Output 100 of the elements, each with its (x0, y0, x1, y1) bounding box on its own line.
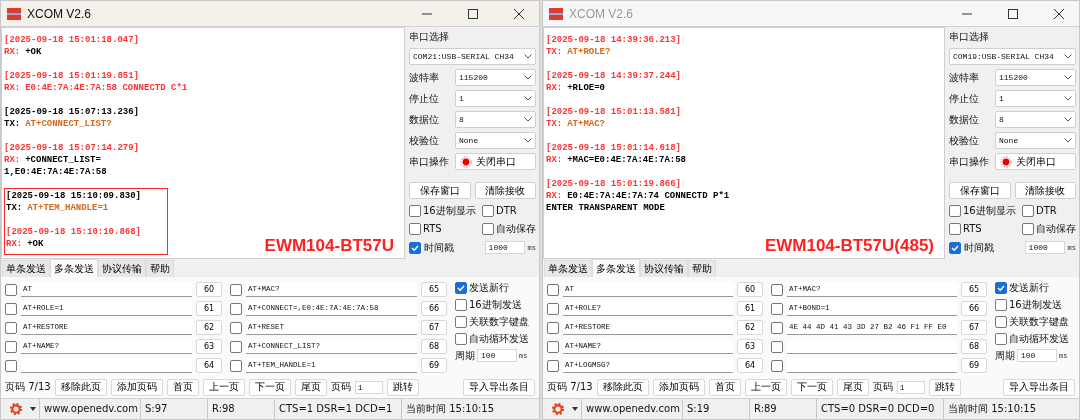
send-button[interactable]: 67 (421, 320, 447, 335)
command-field[interactable] (787, 339, 957, 354)
send-button[interactable]: 65 (421, 282, 447, 297)
send-button[interactable]: 68 (961, 339, 987, 354)
checkbox[interactable] (5, 302, 17, 315)
interval-field[interactable]: 1000 (484, 241, 525, 254)
checkbox[interactable] (409, 222, 421, 235)
checkbox[interactable] (949, 241, 961, 254)
panel-button[interactable]: 清除接收 (1014, 182, 1076, 199)
checkbox[interactable] (995, 332, 1007, 345)
checkbox[interactable] (995, 315, 1007, 328)
setting-select[interactable]: 1 (455, 90, 536, 107)
checkbox[interactable] (230, 283, 242, 296)
dropdown-icon[interactable] (572, 407, 578, 411)
tab[interactable]: 多条发送 (50, 259, 98, 277)
send-button[interactable]: 60 (196, 282, 222, 297)
tab[interactable]: 多条发送 (592, 259, 640, 277)
send-button[interactable]: 62 (737, 320, 763, 335)
checkbox[interactable] (949, 204, 961, 217)
interval-field[interactable]: 1000 (1024, 241, 1065, 254)
page-button[interactable]: 尾页 (836, 378, 869, 396)
checkbox[interactable] (547, 283, 559, 296)
checkbox[interactable] (5, 321, 17, 334)
checkbox[interactable] (5, 359, 17, 372)
checkbox[interactable] (771, 321, 783, 334)
setting-select[interactable]: 8 (455, 111, 536, 128)
port-select[interactable]: COM21:USB-SERIAL CH34 (409, 48, 536, 65)
page-button[interactable]: 下一页 (790, 378, 833, 396)
port-select[interactable]: COM19:USB-SERIAL CH34 (949, 48, 1076, 65)
send-button[interactable]: 61 (196, 301, 222, 316)
period-field[interactable]: 100 (477, 349, 517, 362)
tab[interactable]: 单条发送 (2, 260, 50, 277)
setting-select[interactable]: None (455, 132, 536, 149)
page-button[interactable]: 上一页 (744, 378, 787, 396)
command-field[interactable] (787, 358, 957, 373)
checkbox[interactable] (230, 340, 242, 353)
send-button[interactable]: 68 (421, 339, 447, 354)
panel-button[interactable]: 保存窗口 (949, 182, 1011, 199)
send-button[interactable]: 64 (737, 358, 763, 373)
checkbox[interactable] (455, 332, 467, 345)
tab[interactable]: 协议传输 (640, 260, 688, 277)
checkbox[interactable] (455, 315, 467, 328)
tab[interactable]: 帮助 (688, 260, 716, 277)
setting-select[interactable]: 1 (995, 90, 1076, 107)
period-field[interactable]: 100 (1017, 349, 1057, 362)
send-button[interactable]: 69 (961, 358, 987, 373)
page-button[interactable]: 首页 (708, 378, 741, 396)
import-export-button[interactable]: 导入导出条目 (1003, 378, 1075, 396)
checkbox[interactable] (482, 204, 494, 217)
setting-select[interactable]: 8 (995, 111, 1076, 128)
page-button[interactable]: 下一页 (248, 378, 291, 396)
page-button[interactable]: 尾页 (294, 378, 327, 396)
send-button[interactable]: 60 (737, 282, 763, 297)
send-button[interactable]: 65 (961, 282, 987, 297)
checkbox[interactable] (482, 222, 494, 235)
checkbox[interactable] (5, 283, 17, 296)
checkbox[interactable] (455, 281, 467, 294)
page-button[interactable]: 添加页码 (110, 378, 163, 396)
checkbox[interactable] (771, 283, 783, 296)
send-button[interactable]: 63 (737, 339, 763, 354)
tab[interactable]: 帮助 (146, 260, 174, 277)
send-button[interactable]: 63 (196, 339, 222, 354)
send-button[interactable]: 61 (737, 301, 763, 316)
checkbox[interactable] (409, 204, 421, 217)
send-button[interactable]: 64 (196, 358, 222, 373)
tab[interactable]: 单条发送 (544, 260, 592, 277)
page-field[interactable]: 1 (896, 380, 925, 394)
command-field[interactable] (21, 358, 192, 373)
checkbox[interactable] (230, 302, 242, 315)
send-button[interactable]: 66 (961, 301, 987, 316)
checkbox[interactable] (771, 340, 783, 353)
checkbox[interactable] (995, 298, 1007, 311)
close-port-button[interactable]: 关闭串口 (995, 153, 1076, 170)
import-export-button[interactable]: 导入导出条目 (463, 378, 535, 396)
checkbox[interactable] (455, 298, 467, 311)
checkbox[interactable] (5, 340, 17, 353)
gear-icon[interactable] (551, 402, 565, 416)
page-button[interactable]: 移除此页 (54, 378, 107, 396)
checkbox[interactable] (230, 359, 242, 372)
page-button[interactable]: 首页 (166, 378, 199, 396)
send-button[interactable]: 62 (196, 320, 222, 335)
checkbox[interactable] (547, 321, 559, 334)
checkbox[interactable] (547, 359, 559, 372)
checkbox[interactable] (409, 241, 421, 254)
checkbox[interactable] (949, 222, 961, 235)
jump-button[interactable]: 跳转 (928, 378, 961, 396)
tab[interactable]: 协议传输 (98, 260, 146, 277)
checkbox[interactable] (771, 302, 783, 315)
checkbox[interactable] (1022, 222, 1034, 235)
page-field[interactable]: 1 (354, 380, 383, 394)
checkbox[interactable] (771, 359, 783, 372)
gear-icon[interactable] (9, 402, 23, 416)
checkbox[interactable] (230, 321, 242, 334)
send-button[interactable]: 69 (421, 358, 447, 373)
send-button[interactable]: 66 (421, 301, 447, 316)
setting-select[interactable]: 115200 (995, 69, 1076, 86)
close-port-button[interactable]: 关闭串口 (455, 153, 536, 170)
checkbox[interactable] (547, 340, 559, 353)
panel-button[interactable]: 清除接收 (474, 182, 536, 199)
setting-select[interactable]: None (995, 132, 1076, 149)
